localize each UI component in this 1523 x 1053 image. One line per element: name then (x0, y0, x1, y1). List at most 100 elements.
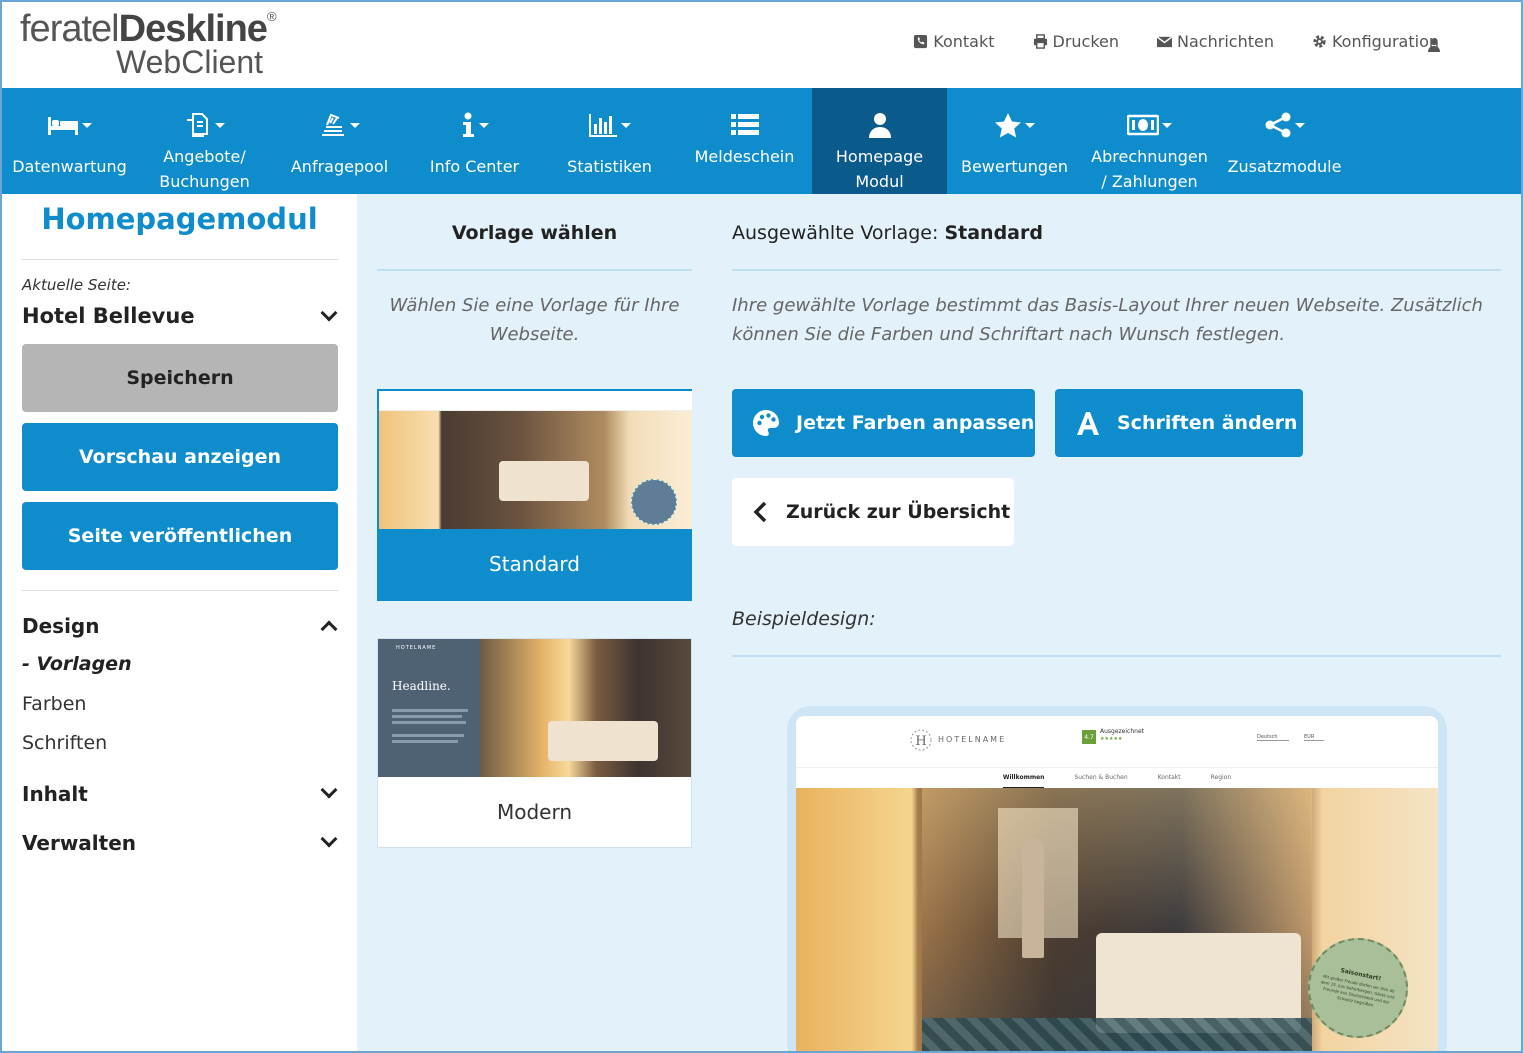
nav-label: Statistiken (567, 157, 652, 176)
design-section-toggle[interactable]: Design (22, 614, 99, 638)
preview-hotelname: HOTELNAME (938, 735, 1007, 744)
menu-item-farben[interactable]: Farben (22, 693, 86, 715)
menu-item-vorlagen[interactable]: - Vorlagen (22, 653, 132, 675)
change-fonts-button[interactable]: Schriften ändern (1055, 389, 1303, 457)
adjust-colors-button[interactable]: Jetzt Farben anpassen (732, 389, 1035, 457)
preview-menu-item: Kontakt (1157, 774, 1181, 781)
preview-menu-item: Suchen & Buchen (1074, 774, 1128, 781)
nav-label: Datenwartung (12, 157, 127, 176)
envelope-icon (1157, 36, 1173, 48)
konfiguration-label: Konfiguration (1331, 32, 1439, 51)
chevron-down-icon[interactable] (320, 830, 338, 848)
list-icon (730, 114, 759, 135)
template-name: Modern (496, 800, 573, 824)
inhalt-section-toggle[interactable]: Inhalt (22, 782, 88, 806)
example-design-label: Beispieldesign: (732, 608, 876, 630)
stack-icon (322, 113, 344, 136)
feratel-logo[interactable]: feratelDeskline® WebClient (20, 10, 276, 78)
seal-graphic (631, 479, 677, 525)
nav-label: Meldeschein (694, 147, 795, 166)
chevron-up-icon[interactable] (320, 620, 338, 638)
nachrichten-link[interactable]: Nachrichten (1157, 32, 1274, 51)
selected-template-value: Standard (944, 222, 1043, 244)
nav-statistiken[interactable]: Statistiken (542, 88, 677, 194)
preview-menu-item: Region (1210, 774, 1232, 781)
nav-homepage-modul[interactable]: Homepage Modul (812, 88, 947, 194)
chevron-down-icon[interactable] (320, 781, 338, 799)
drucken-label: Drucken (1052, 32, 1120, 51)
template-card-modern[interactable]: HOTELNAME Headline. Modern (377, 638, 692, 848)
change-fonts-label: Schriften ändern (1117, 412, 1298, 434)
caret-down-icon (621, 122, 631, 128)
share-icon (1265, 112, 1291, 138)
nav-info-center[interactable]: Info Center (407, 88, 542, 194)
nav-label: Anfragepool (290, 157, 389, 176)
template-description: Ihre gewählte Vorlage bestimmt das Basis… (732, 295, 1483, 345)
preview-currency-select: EUR (1304, 734, 1324, 741)
money-icon (1127, 114, 1159, 136)
preview-menu-item: Willkommen (1002, 774, 1045, 788)
nav-datenwartung[interactable]: Datenwartung (2, 88, 137, 194)
verwalten-section-toggle[interactable]: Verwalten (22, 831, 136, 855)
app-window: feratelDeskline® WebClient Kontakt Druck… (0, 0, 1523, 1053)
nav-zusatzmodule[interactable]: Zusatzmodule (1217, 88, 1352, 194)
nav-bewertungen[interactable]: Bewertungen (947, 88, 1082, 194)
save-button[interactable]: Speichern (22, 344, 338, 412)
bar-chart-icon (589, 114, 617, 137)
preview-rating-label: Ausgezeichnet (1100, 728, 1144, 735)
template-list-title: Vorlage wählen (451, 222, 618, 244)
nav-abrechnungen-zahlungen[interactable]: Abrechnungen / Zahlungen (1082, 88, 1217, 194)
sidebar-title: Homepagemodul (41, 202, 318, 236)
back-to-overview-label: Zurück zur Übersicht (786, 501, 1011, 523)
caret-down-icon (1162, 122, 1172, 128)
caret-down-icon (1295, 122, 1305, 128)
nav-meldeschein[interactable]: Meldeschein (677, 88, 812, 194)
caret-down-icon (82, 122, 92, 128)
caret-down-icon (1025, 122, 1035, 128)
kontakt-link[interactable]: Kontakt (913, 32, 995, 51)
preview-rating-stars: ★★★★★ (1100, 736, 1123, 742)
thumb-brand: HOTELNAME (396, 645, 437, 651)
svg-text:H: H (915, 734, 926, 749)
nav-angebote-buchungen[interactable]: Angebote/ Buchungen (137, 88, 272, 194)
selected-template-heading: Ausgewählte Vorlage: Standard (732, 222, 1043, 244)
template-thumbnail: HOTELNAME Headline. (378, 639, 691, 777)
template-list-description: Wählen Sie eine Vorlage für Ihre Webseit… (389, 295, 680, 345)
nav-label: Angebote/ Buchungen (159, 147, 250, 191)
hotel-logo-icon: H (910, 729, 932, 751)
top-links: Kontakt Drucken Nachrichten Konfiguratio… (913, 32, 1439, 51)
back-to-overview-button[interactable]: Zurück zur Übersicht (732, 478, 1014, 546)
preview-language-select: Deutsch (1257, 734, 1289, 741)
preview-header: H HOTELNAME 4.7 Ausgezeichnet ★★★★★ Deut… (796, 716, 1438, 768)
phone-icon (914, 34, 928, 49)
kontakt-label: Kontakt (933, 32, 995, 51)
template-card-standard[interactable]: Standard (377, 389, 692, 601)
user-icon[interactable] (1427, 38, 1441, 52)
divider (377, 269, 692, 271)
template-detail-panel: Ausgewählte Vorlage: Standard Ihre gewäh… (713, 194, 1521, 1051)
example-design-preview: H HOTELNAME 4.7 Ausgezeichnet ★★★★★ Deut… (787, 706, 1447, 1051)
divider (22, 259, 338, 260)
current-page-select[interactable]: Hotel Bellevue (22, 304, 195, 328)
caret-down-icon (479, 122, 489, 128)
top-bar: feratelDeskline® WebClient Kontakt Druck… (2, 2, 1521, 88)
caret-down-icon (215, 122, 225, 128)
konfiguration-link[interactable]: Konfiguration (1312, 32, 1439, 51)
divider (732, 655, 1501, 657)
drucken-link[interactable]: Drucken (1033, 32, 1120, 51)
selected-template-label: Ausgewählte Vorlage: (732, 222, 939, 244)
preview-button[interactable]: Vorschau anzeigen (22, 423, 338, 491)
nav-anfragepool[interactable]: Anfragepool (272, 88, 407, 194)
nav-label: Info Center (429, 157, 520, 176)
thumb-headline: Headline. (392, 679, 451, 693)
nav-label: Abrechnungen / Zahlungen (1091, 147, 1208, 191)
divider (732, 269, 1501, 271)
bed-icon (48, 117, 78, 135)
menu-item-schriften[interactable]: Schriften (22, 732, 107, 754)
logo-brand-light: feratel (20, 8, 120, 50)
chevron-down-icon[interactable] (320, 304, 338, 322)
main-nav: Datenwartung Angebote/ Buchungen Anfrage… (2, 88, 1521, 194)
preview-menu: Willkommen Suchen & Buchen Kontakt Regio… (796, 768, 1438, 788)
publish-button[interactable]: Seite veröffentlichen (22, 502, 338, 570)
user-icon (868, 113, 891, 138)
